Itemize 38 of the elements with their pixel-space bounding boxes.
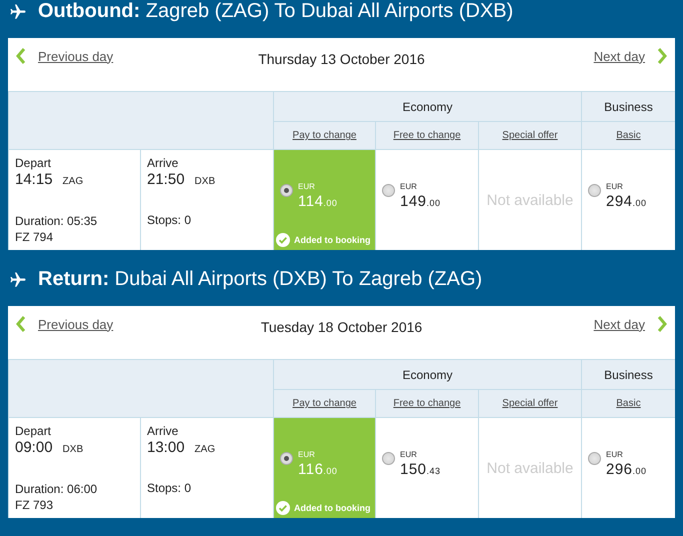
radio-button[interactable] [280,184,293,197]
next-day-link[interactable]: Next day [515,316,675,332]
section-title: Return: Dubai All Airports (DXB) To Zagreb (ZAG) [38,268,482,291]
airplane-icon [8,2,28,20]
radio-button[interactable] [588,184,601,197]
added-to-booking-label: Added to booking [276,233,370,247]
cabin-header: Economy [273,359,581,389]
depart-cell: Depart 14:15 ZAG Duration: 05:35 FZ 794 [8,149,140,250]
flight-date: Tuesday 18 October 2016 [260,318,424,335]
fare-cell[interactable]: EUR 296.00 [581,417,675,518]
chevron-right-icon [657,316,667,332]
fare-cell[interactable]: EUR 149.00 [375,149,478,250]
chevron-left-icon [16,316,26,332]
depart-cell: Depart 09:00 DXB Duration: 06:00 FZ 793 [8,417,140,518]
cabin-header: Business [581,91,675,121]
previous-day-link[interactable]: Previous day [8,316,168,332]
section-title: Outbound: Zagreb (ZAG) To Dubai All Airports (DXB) [38,0,514,23]
added-to-booking-label: Added to booking [276,501,370,515]
chevron-left-icon [16,48,26,64]
flight-date: Thursday 13 October 2016 [257,50,426,67]
checkmark-icon [276,501,290,515]
fare-type-link[interactable]: Basic [616,130,641,141]
cabin-header: Business [581,359,675,389]
previous-day-link[interactable]: Previous day [8,48,168,64]
arrive-cell: Arrive 21:50 DXB Stops: 0 [140,149,273,250]
cabin-header: Economy [273,91,581,121]
fare-cell[interactable]: EUR 294.00 [581,149,675,250]
radio-button[interactable] [588,452,601,465]
fare-type-link[interactable]: Basic [616,398,641,409]
radio-button[interactable] [382,184,395,197]
next-day-link[interactable]: Next day [515,48,675,64]
radio-button[interactable] [382,452,395,465]
airplane-icon [8,270,28,288]
chevron-right-icon [657,48,667,64]
fare-cell[interactable]: EUR 150.43 [375,417,478,518]
checkmark-icon [276,233,290,247]
arrive-cell: Arrive 13:00 ZAG Stops: 0 [140,417,273,518]
radio-button[interactable] [280,452,293,465]
